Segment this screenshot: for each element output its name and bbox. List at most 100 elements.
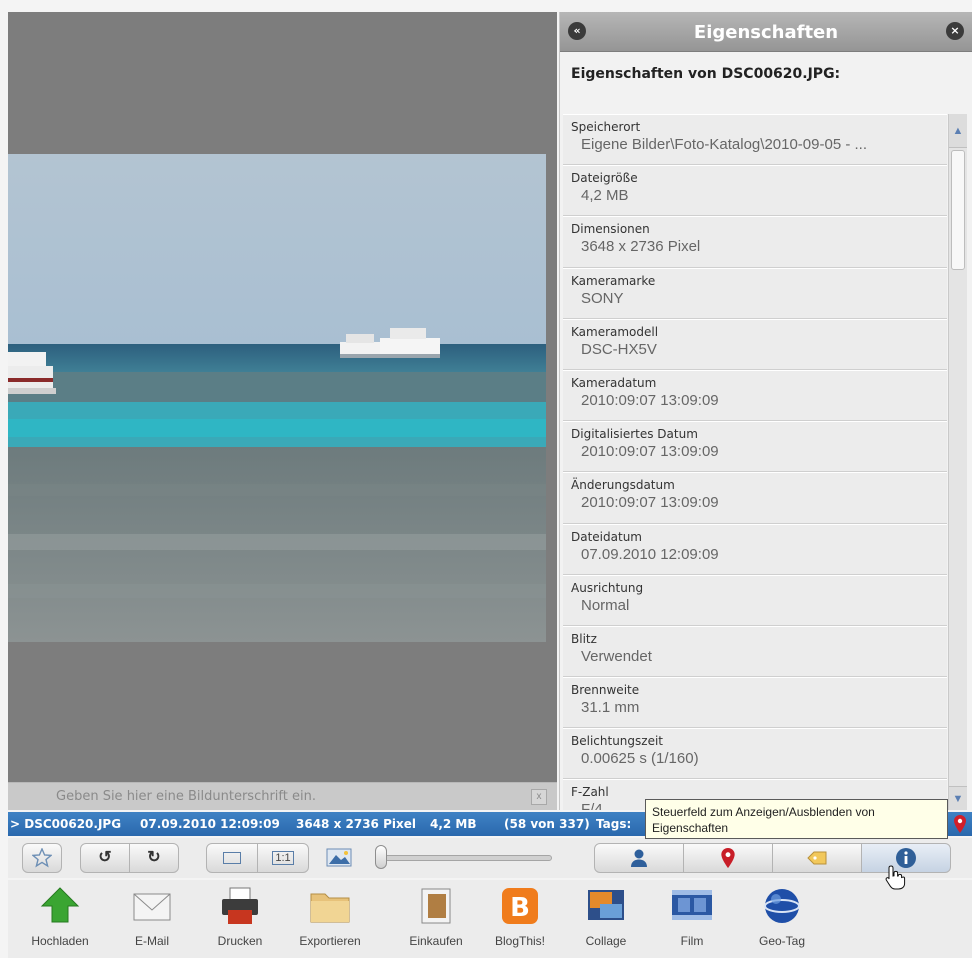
action-label: Drucken	[217, 934, 263, 948]
property-row: Digitalisiertes Datum 2010:09:07 13:09:09	[563, 421, 947, 473]
properties-panel: « Eigenschaften × Eigenschaften von DSC0…	[559, 12, 972, 810]
action-label: Einkaufen	[409, 934, 463, 948]
star-button[interactable]	[22, 843, 62, 873]
caption-bar[interactable]: Geben Sie hier eine Bildunterschrift ein…	[8, 782, 557, 810]
folder-icon	[310, 893, 350, 923]
location-pin-icon	[721, 848, 735, 868]
rotate-left-button[interactable]: ↺	[80, 843, 130, 873]
photo-viewer	[8, 12, 557, 782]
properties-list: Speicherort Eigene Bilder\Foto-Katalog\20…	[563, 114, 947, 810]
property-label: Kameradatum	[571, 375, 657, 390]
tooltip: Steuerfeld zum Anzeigen/Ausblenden von E…	[645, 799, 948, 839]
geotag-button[interactable]: Geo-Tag	[742, 886, 822, 948]
tag-button[interactable]	[772, 843, 862, 873]
caption-input[interactable]: Geben Sie hier eine Bildunterschrift ein…	[56, 789, 316, 804]
property-value: 31.1 mm	[581, 699, 640, 717]
caption-clear-button[interactable]: x	[531, 789, 547, 805]
property-label: Dateigröße	[571, 171, 638, 186]
action-label: Collage	[585, 934, 627, 948]
property-row: Kameramarke SONY	[563, 267, 947, 319]
property-value: Verwendet	[581, 647, 652, 665]
property-value: Normal	[581, 596, 630, 614]
status-position: (58 von 337)	[504, 817, 590, 831]
info-button[interactable]	[861, 843, 951, 873]
property-value: Eigene Bilder\Foto-Katalog\2010-09-05 - …	[581, 136, 868, 153]
property-row: Dimensionen 3648 x 2736 Pixel	[563, 216, 947, 268]
property-value: SONY	[581, 289, 624, 307]
property-row: Dateidatum 07.09.2010 12:09:09	[563, 523, 947, 575]
photo[interactable]	[8, 154, 546, 642]
property-value: DSC-HX5V	[581, 340, 657, 358]
shopping-icon	[421, 888, 451, 924]
action-label: Exportieren	[299, 934, 361, 948]
fit-to-window-button[interactable]	[206, 843, 258, 873]
fit-to-window-icon	[223, 852, 241, 864]
shop-button[interactable]: Einkaufen	[396, 886, 476, 948]
properties-of-heading: Eigenschaften von DSC00620.JPG:	[571, 66, 841, 82]
action-label: Geo-Tag	[758, 934, 806, 948]
hand-cursor-icon	[885, 865, 906, 890]
status-tags-label: Tags:	[596, 817, 632, 831]
property-label: Kameramodell	[571, 324, 659, 339]
upload-button[interactable]: Hochladen	[20, 886, 100, 948]
scroll-down-icon[interactable]: ▼	[949, 786, 967, 810]
property-value: 07.09.2010 12:09:09	[581, 545, 719, 563]
property-label: Dateidatum	[571, 529, 642, 544]
property-row: Speicherort Eigene Bilder\Foto-Katalog\20…	[563, 114, 947, 166]
property-value: 2010:09:07 13:09:09	[581, 443, 719, 461]
property-value: 4,2 MB	[581, 187, 629, 205]
collage-icon	[588, 890, 624, 920]
action-label: E-Mail	[134, 934, 169, 948]
property-value: 3648 x 2736 Pixel	[581, 238, 701, 256]
property-label: Blitz	[571, 631, 597, 646]
envelope-icon	[133, 893, 171, 921]
person-icon	[631, 849, 647, 867]
zoom-landscape-icon	[326, 846, 356, 873]
property-row: Kameramodell DSC-HX5V	[563, 318, 947, 370]
tag-icon	[807, 851, 827, 865]
zoom-slider-track[interactable]	[380, 855, 552, 861]
rotate-right-button[interactable]: ↻	[129, 843, 179, 873]
actual-size-button[interactable]: 1:1	[257, 843, 309, 873]
property-row: Belichtungszeit 0.00625 s (1/160)	[563, 728, 947, 780]
status-date: 07.09.2010 12:09:09	[140, 817, 280, 831]
action-label: Hochladen	[31, 934, 89, 948]
picasa-photo-viewer: Geben Sie hier eine Bildunterschrift ein…	[0, 0, 972, 958]
film-button[interactable]: Film	[652, 886, 732, 948]
property-value: 2010:09:07 13:09:09	[581, 391, 719, 409]
scroll-thumb[interactable]	[951, 150, 965, 270]
places-button[interactable]	[683, 843, 773, 873]
export-button[interactable]: Exportieren	[290, 886, 370, 948]
printer-icon	[222, 887, 258, 924]
actual-size-label: 1:1	[272, 851, 294, 865]
property-value: 0.00625 s (1/160)	[581, 750, 699, 768]
blogthis-button[interactable]: B BlogThis!	[480, 886, 560, 948]
email-button[interactable]: E-Mail	[112, 886, 192, 948]
sea-photo-image	[8, 154, 546, 642]
collage-button[interactable]: Collage	[566, 886, 646, 948]
property-label: Kameramarke	[571, 273, 656, 288]
print-button[interactable]: Drucken	[200, 886, 280, 948]
property-label: Digitalisiertes Datum	[571, 427, 698, 442]
rotate-right-icon: ↻	[147, 849, 161, 866]
status-size: 4,2 MB	[430, 817, 477, 831]
property-row: Dateigröße 4,2 MB	[563, 165, 947, 217]
property-row: Änderungsdatum 2010:09:07 13:09:09	[563, 472, 947, 524]
scroll-up-icon[interactable]: ▲	[949, 114, 967, 148]
close-icon[interactable]: ×	[946, 22, 964, 40]
viewer-toolbar: ↺ ↻ 1:1	[8, 838, 972, 878]
property-label: Belichtungszeit	[571, 734, 663, 749]
property-value: 2010:09:07 13:09:09	[581, 494, 719, 512]
action-label: BlogThis!	[494, 934, 546, 948]
property-label: Brennweite	[571, 683, 640, 698]
status-filename: > DSC00620.JPG	[10, 817, 122, 831]
people-button[interactable]	[594, 843, 684, 873]
status-dimensions: 3648 x 2736 Pixel	[296, 817, 416, 831]
zoom-slider-knob[interactable]	[375, 845, 387, 869]
action-label: Film	[680, 934, 704, 948]
film-icon	[672, 890, 712, 920]
properties-scrollbar[interactable]: ▲ ▼	[948, 114, 967, 810]
property-row: Ausrichtung Normal	[563, 574, 947, 626]
action-bar: Hochladen E-Mail Drucken Exportieren Ein…	[8, 880, 972, 958]
globe-icon	[764, 889, 800, 923]
